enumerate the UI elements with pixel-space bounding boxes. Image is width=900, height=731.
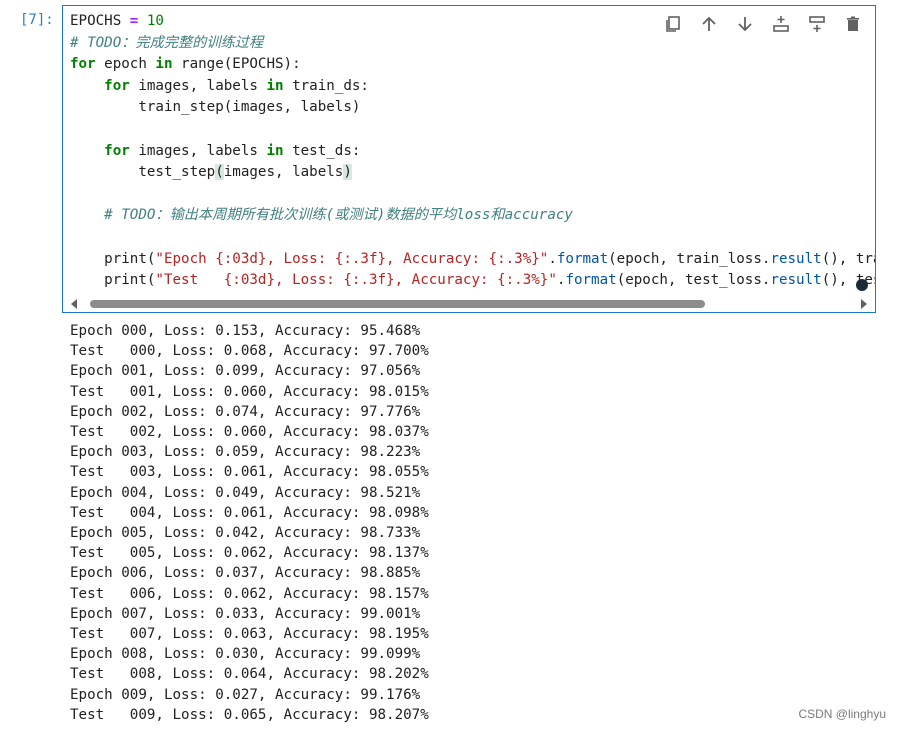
scroll-left-icon[interactable] [71, 299, 77, 309]
output-line: Test 006, Loss: 0.062, Accuracy: 98.157% [70, 585, 429, 602]
code-token: in [266, 142, 284, 159]
code-line[interactable]: for epoch in range(EPOCHS): [70, 54, 875, 76]
code-token: result [770, 250, 822, 267]
code-token: EPOCHS [70, 13, 130, 29]
code-token: 10 [146, 13, 164, 29]
move-up-icon [702, 16, 716, 31]
scroll-right-icon[interactable] [861, 299, 867, 309]
code-token: images, labels [129, 142, 267, 159]
output-line: Epoch 002, Loss: 0.074, Accuracy: 97.776… [70, 403, 421, 420]
output-line: Epoch 009, Loss: 0.027, Accuracy: 99.176… [70, 686, 421, 703]
output-line: Epoch 005, Loss: 0.042, Accuracy: 98.733… [70, 525, 421, 542]
output-line: Test 009, Loss: 0.065, Accuracy: 98.207% [70, 706, 429, 723]
duplicate-cell-icon [666, 16, 680, 32]
insert-above-icon [773, 16, 789, 32]
code-token: "Test {:03d}, Loss: {:.3f}, Accuracy: {:… [155, 272, 557, 289]
code-token: in [155, 56, 173, 73]
code-token: "Epoch {:03d}, Loss: {:.3f}, Accuracy: {… [155, 250, 549, 267]
code-token: images, labels [129, 77, 267, 94]
code-line[interactable]: print("Test {:03d}, Loss: {:.3f}, Accura… [70, 270, 875, 292]
output-line: Epoch 007, Loss: 0.033, Accuracy: 99.001… [70, 605, 421, 622]
output-line: Test 001, Loss: 0.060, Accuracy: 98.015% [70, 383, 429, 400]
code-token: test_ds: [283, 142, 361, 159]
code-editor[interactable]: EPOCHS = 10 # TODO：完成完整的训练过程 for epoch in … [70, 11, 875, 303]
code-line[interactable]: print("Epoch {:03d}, Loss: {:.3f}, Accur… [70, 249, 875, 271]
output-line: Test 004, Loss: 0.061, Accuracy: 98.098% [70, 504, 429, 521]
insert-cell-below-button[interactable] [805, 12, 829, 36]
output-line: Test 003, Loss: 0.061, Accuracy: 98.055% [70, 464, 429, 481]
code-line[interactable] [70, 119, 875, 141]
insert-below-icon [809, 16, 825, 32]
watermark: CSDN @linghyu [798, 707, 886, 721]
code-token: # TODO：完成完整的训练过程 [70, 34, 264, 51]
move-down-icon [738, 17, 752, 32]
mouse-cursor-icon [856, 279, 868, 291]
code-token: train_step(images, labels) [70, 99, 361, 116]
execution-count-prompt: [7]: [20, 12, 54, 28]
output-line: Epoch 006, Loss: 0.037, Accuracy: 98.885… [70, 565, 421, 582]
output-line: Test 008, Loss: 0.064, Accuracy: 98.202% [70, 666, 429, 683]
code-token: range(EPOCHS): [172, 56, 301, 73]
code-token: ) [343, 164, 352, 181]
horizontal-scrollbar[interactable] [63, 296, 875, 312]
output-line: Test 005, Loss: 0.062, Accuracy: 98.137% [70, 545, 429, 562]
code-token: epoch [95, 56, 156, 73]
code-token: (epoch, train_loss. [608, 250, 771, 267]
code-token: print( [70, 272, 156, 289]
output-line: Test 007, Loss: 0.063, Accuracy: 98.195% [70, 626, 429, 643]
output-line: Epoch 008, Loss: 0.030, Accuracy: 99.099… [70, 646, 421, 663]
output-line: Epoch 001, Loss: 0.099, Accuracy: 97.056… [70, 363, 421, 380]
code-token: . [548, 250, 557, 267]
duplicate-cell-button[interactable] [661, 12, 685, 36]
output-line: Epoch 004, Loss: 0.049, Accuracy: 98.521… [70, 484, 421, 501]
code-line[interactable]: train_step(images, labels) [70, 97, 875, 119]
code-token: # TODO：输出本周期所有批次训练(或测试)数据的平均loss和accurac… [104, 207, 573, 224]
output-line: Test 000, Loss: 0.068, Accuracy: 97.700% [70, 343, 429, 360]
scrollbar-thumb[interactable] [90, 300, 705, 308]
code-token: (), tra [821, 250, 875, 267]
code-line[interactable] [70, 227, 875, 249]
move-cell-up-button[interactable] [697, 12, 721, 36]
code-token: images, labels [223, 164, 344, 181]
code-token: test_step [70, 164, 216, 181]
output-line: Test 002, Loss: 0.060, Accuracy: 98.037% [70, 424, 429, 441]
delete-cell-icon [847, 16, 859, 31]
code-token: (epoch, test_loss. [616, 272, 771, 289]
code-token: train_ds: [283, 77, 369, 94]
code-token: ( [215, 164, 224, 181]
code-line[interactable]: for images, labels in test_ds: [70, 141, 875, 163]
code-token: format [556, 250, 609, 267]
code-token: print( [70, 250, 156, 267]
insert-cell-above-button[interactable] [769, 12, 793, 36]
move-cell-down-button[interactable] [733, 12, 757, 36]
code-token: format [565, 272, 617, 289]
code-token: for [104, 77, 130, 94]
cell-output: Epoch 000, Loss: 0.153, Accuracy: 95.468… [70, 321, 429, 725]
cell-toolbar [661, 12, 865, 36]
output-line: Epoch 003, Loss: 0.059, Accuracy: 98.223… [70, 444, 421, 461]
code-token: for [70, 56, 96, 73]
code-token: in [266, 77, 284, 94]
output-line: Epoch 000, Loss: 0.153, Accuracy: 95.468… [70, 323, 421, 339]
code-line[interactable]: # TODO：输出本周期所有批次训练(或测试)数据的平均loss和accurac… [70, 205, 875, 227]
code-cell[interactable]: EPOCHS = 10 # TODO：完成完整的训练过程 for epoch in … [62, 5, 876, 313]
delete-cell-button[interactable] [841, 12, 865, 36]
code-line[interactable] [70, 184, 875, 206]
code-line[interactable]: test_step(images, labels) [70, 162, 875, 184]
code-line[interactable]: for images, labels in train_ds: [70, 76, 875, 98]
code-token: for [104, 142, 130, 159]
code-token: result [770, 272, 822, 289]
